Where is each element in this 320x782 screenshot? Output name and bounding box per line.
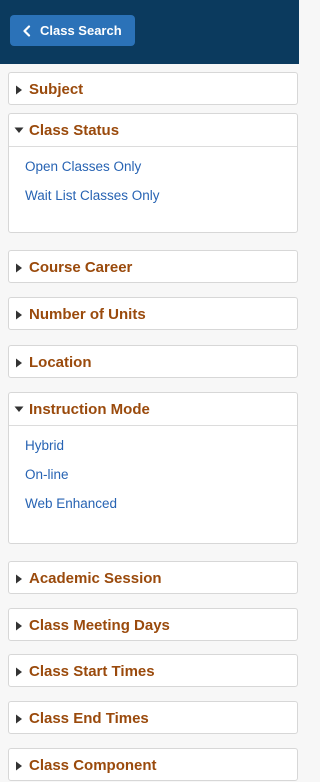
section-title: Class Meeting Days bbox=[29, 617, 170, 634]
filter-section-class-component: Class Component bbox=[8, 748, 298, 781]
section-title: Academic Session bbox=[29, 570, 162, 587]
section-header-instruction-mode[interactable]: Instruction Mode bbox=[9, 393, 297, 426]
class-search-back-button[interactable]: Class Search bbox=[10, 15, 135, 46]
caret-right-icon bbox=[16, 310, 22, 319]
option-open-classes-only[interactable]: Open Classes Only bbox=[9, 157, 297, 186]
section-title: Class Status bbox=[29, 121, 120, 139]
caret-right-icon bbox=[16, 263, 22, 272]
section-header-class-end-times[interactable]: Class End Times bbox=[9, 702, 297, 735]
filter-section-academic-session: Academic Session bbox=[8, 561, 298, 594]
section-header-course-career[interactable]: Course Career bbox=[9, 251, 297, 284]
section-title: Subject bbox=[29, 81, 84, 98]
section-title: Class Component bbox=[29, 757, 157, 774]
section-options: Hybrid On-line Web Enhanced bbox=[9, 426, 297, 523]
filter-section-class-start-times: Class Start Times bbox=[8, 654, 298, 687]
header-bar: Class Search bbox=[0, 0, 299, 64]
filter-section-class-status: Class Status Open Classes Only Wait List… bbox=[8, 113, 298, 233]
caret-right-icon bbox=[16, 358, 22, 367]
section-header-number-of-units[interactable]: Number of Units bbox=[9, 298, 297, 331]
option-hybrid[interactable]: Hybrid bbox=[9, 436, 297, 465]
option-web-enhanced[interactable]: Web Enhanced bbox=[9, 494, 297, 523]
chevron-left-icon bbox=[23, 24, 31, 37]
option-on-line[interactable]: On-line bbox=[9, 465, 297, 494]
section-header-academic-session[interactable]: Academic Session bbox=[9, 562, 297, 595]
section-header-class-status[interactable]: Class Status bbox=[9, 114, 297, 147]
filter-section-location: Location bbox=[8, 345, 298, 378]
filter-section-subject: Subject bbox=[8, 72, 298, 105]
section-header-subject[interactable]: Subject bbox=[9, 73, 297, 106]
caret-down-icon bbox=[14, 406, 24, 412]
section-title: Course Career bbox=[29, 259, 133, 276]
filter-section-class-meeting-days: Class Meeting Days bbox=[8, 608, 298, 641]
section-title: Location bbox=[29, 354, 92, 371]
option-wait-list-classes-only[interactable]: Wait List Classes Only bbox=[9, 186, 297, 215]
section-title: Instruction Mode bbox=[29, 400, 150, 418]
caret-right-icon bbox=[16, 667, 22, 676]
caret-right-icon bbox=[16, 85, 22, 94]
caret-right-icon bbox=[16, 761, 22, 770]
caret-down-icon bbox=[14, 127, 24, 133]
caret-right-icon bbox=[16, 574, 22, 583]
section-header-class-meeting-days[interactable]: Class Meeting Days bbox=[9, 609, 297, 642]
filter-section-number-of-units: Number of Units bbox=[8, 297, 298, 330]
caret-right-icon bbox=[16, 714, 22, 723]
section-title: Class End Times bbox=[29, 710, 149, 727]
section-title: Class Start Times bbox=[29, 663, 155, 680]
filter-section-class-end-times: Class End Times bbox=[8, 701, 298, 734]
section-header-location[interactable]: Location bbox=[9, 346, 297, 379]
filter-section-course-career: Course Career bbox=[8, 250, 298, 283]
back-button-label: Class Search bbox=[40, 23, 122, 38]
caret-right-icon bbox=[16, 621, 22, 630]
section-header-class-component[interactable]: Class Component bbox=[9, 749, 297, 782]
filter-section-instruction-mode: Instruction Mode Hybrid On-line Web Enha… bbox=[8, 392, 298, 544]
section-options: Open Classes Only Wait List Classes Only bbox=[9, 147, 297, 215]
section-header-class-start-times[interactable]: Class Start Times bbox=[9, 655, 297, 688]
section-title: Number of Units bbox=[29, 306, 146, 323]
